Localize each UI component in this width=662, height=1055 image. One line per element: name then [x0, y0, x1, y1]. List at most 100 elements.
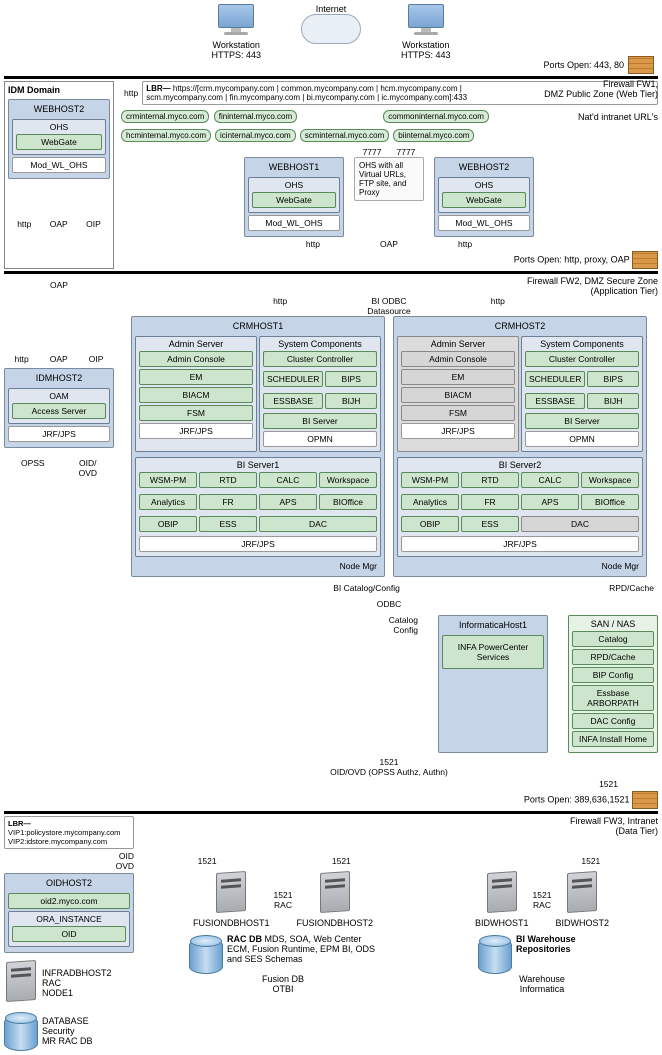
lbr-top-row2: scm.mycompany.com | fin.mycompany.com | … — [146, 93, 467, 102]
http-right-mid: http — [491, 296, 505, 316]
ports-open-app: Ports Open: http, proxy, OAP — [514, 254, 630, 264]
idmhost2-title: IDMHOST2 — [8, 372, 110, 386]
workstation-left-icon — [215, 4, 257, 38]
webhost2c-webgate: WebGate — [442, 192, 526, 208]
sannas-essbase: Essbase ARBORPATH — [572, 685, 654, 711]
dbsec-title: DATABASE — [42, 1016, 93, 1026]
oidhost2-ora: ORA_INSTANCE — [12, 914, 126, 924]
idm-webhost2-mod: Mod_WL_OHS — [12, 157, 106, 173]
workstation-left-label: Workstation — [211, 40, 261, 50]
url-ic: icinternal.myco.com — [215, 129, 296, 142]
fusiondbhost2-label: FUSIONDBHOST2 — [296, 918, 373, 928]
fw3-label: Firewall FW3, Intranet — [140, 816, 658, 826]
crm2-em: EM — [401, 369, 515, 385]
bidw-rac-port: 1521 RAC — [533, 890, 552, 910]
crm2-obip: OBIP — [401, 516, 459, 532]
idm-webhost2-title: WEBHOST2 — [12, 103, 106, 117]
crm2-fsm: FSM — [401, 405, 515, 421]
fusion-rac-label: RAC DB — [227, 934, 262, 944]
fw2-sub: (Application Tier) — [120, 286, 658, 296]
proto-http-l: http — [306, 239, 320, 249]
crm1-essbase: ESSBASE — [263, 393, 323, 409]
crm2-aps: APS — [521, 494, 579, 510]
oidhost2-oid2: oid2.myco.com — [8, 893, 130, 909]
lbr-vip2: VIP2:idstore.mycompany.com — [8, 837, 107, 846]
url-scm: scminternal.myco.com — [300, 129, 390, 142]
crm1-analytics: Analytics — [139, 494, 197, 510]
oap-left-label: OAP — [50, 280, 68, 290]
db-security-icon — [4, 1011, 38, 1051]
infra-node: NODE1 — [42, 988, 112, 998]
fw3-sub: (Data Tier) — [140, 826, 658, 836]
bidwhost2-label: BIDWHOST2 — [555, 918, 609, 928]
fusion-rac-port: 1521 RAC — [274, 890, 293, 910]
http-left-mid: http — [273, 296, 287, 316]
crm2-rtd: RTD — [461, 472, 519, 488]
lbr-vip1: VIP1:policystore.mycompany.com — [8, 828, 120, 837]
crm2-biserver: BI Server — [525, 413, 639, 429]
crm2-admin-title: Admin Server — [401, 339, 515, 349]
informatica-infa: INFA PowerCenter Services — [442, 635, 544, 669]
webhost2c-mod: Mod_WL_OHS — [438, 215, 530, 231]
crm1-wsmpm: WSM-PM — [139, 472, 197, 488]
fusion-db-label: Fusion DB — [189, 974, 377, 984]
crm1-fsm: FSM — [139, 405, 253, 421]
crm2-bioffice: BIOffice — [581, 494, 639, 510]
sannas-infa: INFA Install Home — [572, 731, 654, 747]
oid-ovd-opss: OID/OVD (OPSS Authz, Authn) — [330, 767, 448, 777]
proto-http-r: http — [458, 239, 472, 249]
workstation-right-label: Workstation — [401, 40, 451, 50]
crm1-em: EM — [139, 369, 253, 385]
crm2-opmn: OPMN — [525, 431, 639, 447]
crm2-workspace: Workspace — [581, 472, 639, 488]
natd-label: Nat'd intranet URL's — [578, 112, 658, 122]
sannas-rpd: RPD/Cache — [572, 649, 654, 665]
crm1-nodemgr: Node Mgr — [135, 559, 381, 573]
port1521-mid: 1521 — [380, 757, 399, 767]
crm1-admin-console: Admin Console — [139, 351, 253, 367]
crm1-sys-title: System Components — [263, 339, 377, 349]
idm-proto-oip: OIP — [86, 219, 101, 229]
webhost2c-title: WEBHOST2 — [438, 161, 530, 175]
crm2-wsmpm: WSM-PM — [401, 472, 459, 488]
firewall-fw2-icon — [632, 251, 658, 269]
firewall-fw3-icon — [632, 791, 658, 809]
webhost2c-ohs: OHS — [442, 180, 526, 190]
crm2-nodemgr: Node Mgr — [397, 559, 643, 573]
webhost1-title: WEBHOST1 — [248, 161, 340, 175]
bidw-informatica: Informatica — [475, 984, 609, 994]
crm2-ess: ESS — [461, 516, 519, 532]
internet-cloud-icon — [301, 14, 361, 44]
crm2-sys-title: System Components — [525, 339, 639, 349]
crm1-calc: CALC — [259, 472, 317, 488]
fusiondbhost1-label: FUSIONDBHOST1 — [193, 918, 270, 928]
oid-arrow: OID — [4, 851, 134, 861]
url-crm: crminternal.myco.com — [121, 110, 209, 123]
webhost1-mod: Mod_WL_OHS — [248, 215, 340, 231]
lbr-bottom-title: LBR— — [8, 819, 31, 828]
bidw-db-icon — [478, 934, 512, 974]
bidw-title: BI Warehouse Repositories — [516, 934, 606, 974]
webhost1-webgate: WebGate — [252, 192, 336, 208]
idmhost2-oam: OAM — [12, 391, 106, 401]
fw1-label: Firewall FW1, — [544, 79, 658, 89]
odbc-label: ODBC — [377, 599, 402, 609]
workstation-right-icon — [405, 4, 447, 38]
catalog-arrow-label: Catalog — [389, 615, 418, 625]
crm1-rtd: RTD — [199, 472, 257, 488]
crm1-bips: BIPS — [325, 371, 377, 387]
bidwhost1-icon — [485, 872, 519, 916]
port-7777-b: 7777 — [397, 147, 416, 157]
url-fin: fininternal.myco.com — [214, 110, 297, 123]
idm2-oip: OIP — [89, 354, 104, 364]
lbr-top-title: LBR— — [146, 84, 170, 93]
crm2-calc: CALC — [521, 472, 579, 488]
bidwhost2-icon — [565, 872, 599, 916]
idm2-oap: OAP — [50, 354, 68, 364]
bidw-warehouse: Warehouse — [475, 974, 609, 984]
idm2-http: http — [15, 354, 29, 364]
crm2-admin-console: Admin Console — [401, 351, 515, 367]
idm-domain-title: IDM Domain — [8, 85, 110, 95]
fusion-otbi: OTBI — [189, 984, 377, 994]
crm1-bijh: BIJH — [325, 393, 377, 409]
